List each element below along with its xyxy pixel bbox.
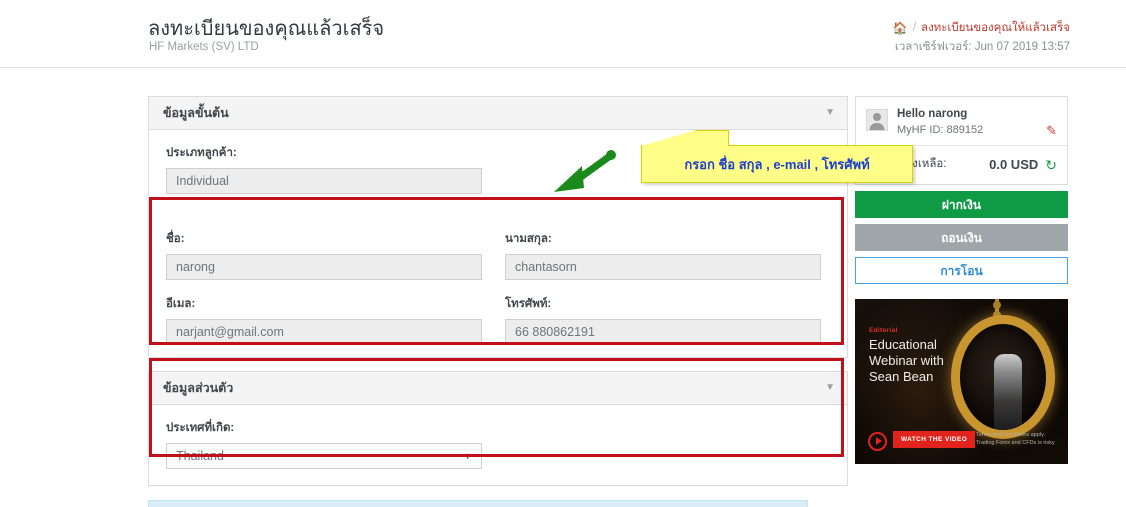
banner-terms-text: Terms and Conditions apply. Trading Fore… [976,432,1055,447]
figure-silhouette [994,353,1022,430]
balance-amount: 0.0 USD [989,157,1039,172]
ring-image [951,314,1055,439]
field-phone: โทรศัพท์: 66 880862191 [505,295,821,345]
panel-personal-info-header[interactable]: ข้อมูลส่วนตัว ▼ [149,372,847,405]
balance-value-group: 0.0 USD ↻ [989,156,1057,172]
birth-country-value: Thailand [176,449,224,463]
panel-personal-info-title: ข้อมูลส่วนตัว [163,381,234,395]
banner-kicker: Editorial [869,326,898,334]
last-name-input[interactable]: chantasorn [505,254,821,280]
phone-input[interactable]: 66 880862191 [505,319,821,345]
avatar [866,109,888,131]
field-first-name: ชื่อ: narong [166,230,482,280]
panel-basic-info-title: ข้อมูลขั้นต้น [163,106,229,120]
home-icon[interactable]: 🏠 [893,22,908,34]
account-info: Hello narong MyHF ID: 889152 [897,108,983,136]
first-name-label: ชื่อ: [166,233,185,245]
client-type-input[interactable]: Individual [166,168,482,194]
address-info-alert: โปรดตรวจสอบว่าที่อยู่ที่คุณกรอกเป็นข้อมู… [148,500,808,507]
promo-banner[interactable]: Editorial Educational Webinar with Sean … [855,298,1068,464]
first-name-input[interactable]: narong [166,254,482,280]
server-time: เวลาเซิร์ฟเวอร์: Jun 07 2019 13:57 [894,41,1070,53]
phone-label: โทรศัพท์: [505,298,552,310]
last-name-label: นามสกุล: [505,233,552,245]
name-row: ชื่อ: narong นามสกุล: chantasorn [166,230,830,280]
edit-pencil-icon[interactable]: ✎ [1046,124,1057,137]
breadcrumb-current[interactable]: ลงทะเบียนของคุณให้แล้วเสร็จ [921,19,1070,37]
birth-country-label: ประเทศที่เกิด: [166,422,235,434]
panel-basic-info: ข้อมูลขั้นต้น ▼ ประเภทลูกค้า: Individual… [148,96,848,358]
banner-title: Educational Webinar with Sean Bean [869,336,944,384]
birth-country-select[interactable]: Thailand ▼ [166,443,482,469]
email-label: อีเมล: [166,298,196,310]
field-client-type: ประเภทลูกค้า: Individual [166,144,482,194]
page-subtitle: HF Markets (SV) LTD [149,41,259,53]
refresh-icon[interactable]: ↻ [1045,158,1057,172]
watch-video-button[interactable]: WATCH THE VIDEO [893,430,976,448]
breadcrumb-separator: / [912,22,917,34]
panel-basic-info-header[interactable]: ข้อมูลขั้นต้น ▼ [149,97,847,130]
green-arrow-icon [548,148,618,201]
field-last-name: นามสกุล: chantasorn [505,230,821,280]
instruction-callout: กรอก ชื่อ สกุล , e-mail , โทรศัพท์ [641,145,913,183]
page-header: ลงทะเบียนของคุณแล้วเสร็จ HF Markets (SV)… [0,0,1126,68]
client-type-label: ประเภทลูกค้า: [166,147,237,159]
field-email: อีเมล: narjant@gmail.com [166,295,482,345]
account-header: Hello narong MyHF ID: 889152 ✎ [856,97,1067,145]
field-birth-country: ประเทศที่เกิด: Thailand ▼ [166,419,482,469]
panel-personal-info-body: ประเทศที่เกิด: Thailand ▼ [149,405,847,485]
chevron-down-icon[interactable]: ▼ [825,383,835,393]
page-title: ลงทะเบียนของคุณแล้วเสร็จ [148,18,385,40]
chevron-down-icon[interactable]: ▼ [825,108,835,118]
transfer-button[interactable]: การโอน [855,256,1068,284]
email-input[interactable]: narjant@gmail.com [166,319,482,345]
account-id-text: MyHF ID: 889152 [897,124,984,136]
contact-row: อีเมล: narjant@gmail.com โทรศัพท์: 66 88… [166,295,830,345]
panel-personal-info: ข้อมูลส่วนตัว ▼ ประเทศที่เกิด: Thailand … [148,371,848,486]
deposit-button[interactable]: ฝากเงิน [855,190,1068,218]
page-root: ลงทะเบียนของคุณแล้วเสร็จ HF Markets (SV)… [0,0,1126,507]
chevron-down-icon: ▼ [463,451,472,461]
breadcrumb: 🏠 / ลงทะเบียนของคุณให้แล้วเสร็จ [893,19,1070,37]
play-icon[interactable] [868,431,887,451]
greeting-text: Hello narong [897,108,968,120]
withdraw-button[interactable]: ถอนเงิน [855,223,1068,251]
